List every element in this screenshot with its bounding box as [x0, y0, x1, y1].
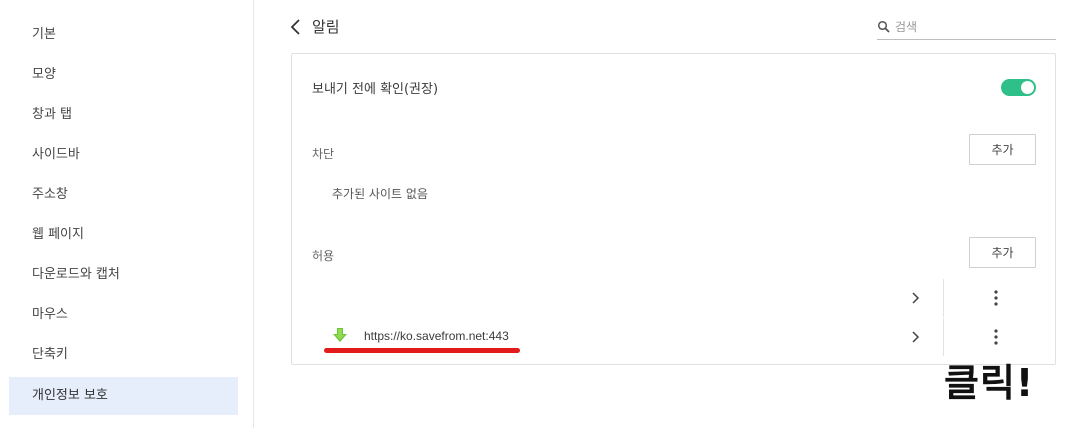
- click-annotation-text: 클릭!: [944, 361, 1035, 405]
- block-add-button[interactable]: 추가: [969, 134, 1036, 165]
- search-icon: [877, 20, 890, 33]
- settings-sidebar: 기본 모양 창과 탭 사이드바 주소창 웹 페이지 다운로드와 캡처 마우스 단…: [0, 0, 254, 428]
- sidebar-item-privacy[interactable]: 개인정보 보호: [9, 377, 238, 415]
- allow-section-label: 허용: [312, 249, 335, 263]
- more-options-icon[interactable]: [992, 288, 1000, 308]
- confirm-before-send-label: 보내기 전에 확인(권장): [312, 82, 439, 97]
- chevron-right-icon[interactable]: [910, 330, 922, 344]
- sidebar-item-basic[interactable]: 기본: [9, 16, 238, 54]
- chevron-right-icon[interactable]: [910, 291, 922, 305]
- green-download-arrow-icon: [333, 328, 347, 342]
- more-options-icon[interactable]: [992, 327, 1000, 347]
- sidebar-item-web-page[interactable]: 웹 페이지: [9, 216, 238, 254]
- notification-settings-card: 보내기 전에 확인(권장) 차단 추가 추가된 사이트 없음 허용 추가 htt…: [291, 53, 1056, 365]
- red-underline-annotation: [324, 348, 520, 353]
- search-input[interactable]: [895, 17, 1053, 37]
- sidebar-item-download-capture[interactable]: 다운로드와 캡처: [9, 256, 238, 294]
- page-title: 알림: [312, 18, 340, 36]
- row-divider: [943, 279, 944, 317]
- allowed-site-url: https://ko.savefrom.net:443: [364, 329, 509, 343]
- row-divider: [943, 318, 944, 356]
- block-empty-text: 추가된 사이트 없음: [332, 187, 428, 201]
- sidebar-item-sidebar[interactable]: 사이드바: [9, 136, 238, 174]
- sidebar-item-appearance[interactable]: 모양: [9, 56, 238, 94]
- sidebar-item-mouse[interactable]: 마우스: [9, 296, 238, 334]
- search-box: [877, 15, 1056, 40]
- confirm-before-send-toggle[interactable]: [1001, 79, 1036, 96]
- back-arrow-icon[interactable]: [288, 18, 306, 36]
- sidebar-item-shortcuts[interactable]: 단축키: [9, 336, 238, 374]
- toggle-knob: [1021, 81, 1034, 94]
- allowed-site-row[interactable]: [312, 279, 1056, 317]
- block-section-label: 차단: [312, 147, 335, 161]
- sidebar-item-windows-tabs[interactable]: 창과 탭: [9, 96, 238, 134]
- allow-add-button[interactable]: 추가: [969, 237, 1036, 268]
- sidebar-item-address-bar[interactable]: 주소창: [9, 176, 238, 214]
